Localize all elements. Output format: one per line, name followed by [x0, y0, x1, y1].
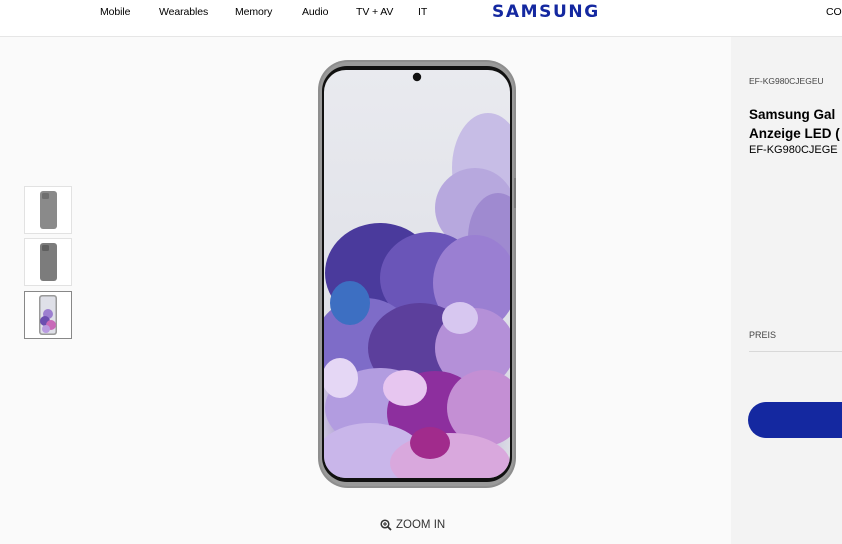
samsung-logo[interactable]: SAMSUNG: [492, 2, 600, 22]
case-back-icon: [40, 191, 57, 229]
product-info-panel: EF-KG980CJEGEU Samsung Gal Anzeige LED (…: [731, 37, 842, 544]
thumbnail-case-front[interactable]: [24, 291, 72, 339]
nav-link-tv-av[interactable]: TV + AV: [356, 6, 393, 18]
buy-button[interactable]: [748, 402, 842, 438]
price-divider: [749, 351, 842, 352]
zoom-in-label: ZOOM IN: [396, 519, 446, 531]
product-code-small: EF-KG980CJEGEU: [749, 76, 824, 86]
thumbnail-gray-case-back[interactable]: [24, 186, 72, 234]
product-title-line-1: Samsung Gal: [749, 107, 836, 122]
nav-link-it[interactable]: IT: [418, 6, 427, 18]
phone-front-icon: [39, 295, 57, 335]
nav-link-audio[interactable]: Audio: [302, 6, 328, 18]
zoom-in-button[interactable]: ZOOM IN: [380, 519, 445, 531]
nav-link-truncated[interactable]: CO: [826, 6, 842, 18]
zoom-in-icon: [380, 519, 392, 531]
product-gallery: ZOOM IN: [0, 37, 731, 544]
nav-link-memory[interactable]: Memory: [235, 6, 272, 18]
phone-case-image: [318, 60, 516, 488]
main-product-image[interactable]: [310, 58, 524, 490]
nav-link-wearables[interactable]: Wearables: [159, 6, 208, 18]
top-navigation: Mobile Wearables Memory Audio TV + AV IT…: [0, 0, 842, 37]
price-label: PREIS: [749, 330, 777, 340]
thumbnail-gray-case-back-alt[interactable]: [24, 238, 72, 286]
product-model-code: EF-KG980CJEGE: [749, 144, 838, 156]
product-title: Samsung Gal Anzeige LED (: [749, 105, 840, 143]
product-title-line-2: Anzeige LED (: [749, 126, 840, 141]
nav-link-mobile[interactable]: Mobile: [100, 6, 130, 18]
case-back-icon: [40, 243, 57, 281]
